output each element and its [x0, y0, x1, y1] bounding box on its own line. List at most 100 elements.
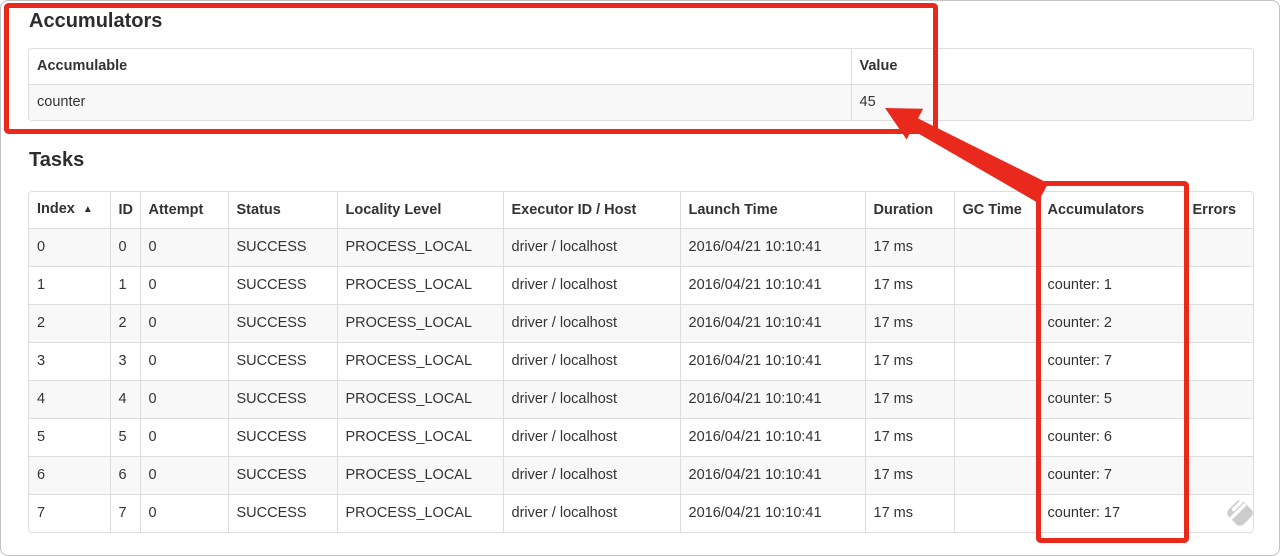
accumulators-section-title: Accumulators	[29, 10, 163, 32]
task-cell: PROCESS_LOCAL	[336, 266, 503, 305]
task-cell: counter: 7	[1038, 456, 1184, 495]
task-cell: 2016/04/21 10:10:41	[679, 456, 865, 495]
accumulable-value-cell: 45	[850, 84, 1253, 120]
task-cell: SUCCESS	[227, 380, 337, 419]
task-cell: SUCCESS	[227, 228, 337, 267]
accumulators-table: Accumulable Value counter 45	[28, 48, 1254, 121]
task-cell: 0	[139, 228, 228, 267]
task-cell	[1183, 304, 1253, 343]
task-row: 2 2 0 SUCCESS PROCESS_LOCAL driver / localhos…	[29, 304, 1253, 343]
task-cell: 0	[139, 494, 228, 532]
task-cell	[1183, 494, 1253, 532]
task-row: 6 6 0 SUCCESS PROCESS_LOCAL driver / localhos…	[29, 456, 1253, 495]
task-cell: PROCESS_LOCAL	[336, 418, 503, 457]
task-cell	[1183, 266, 1253, 305]
task-cell: 17 ms	[864, 456, 954, 495]
task-cell: 3	[109, 342, 140, 381]
accumulable-name-cell: counter	[29, 84, 851, 120]
task-cell: 2016/04/21 10:10:41	[679, 380, 865, 419]
task-cell	[1183, 380, 1253, 419]
task-cell: SUCCESS	[227, 494, 337, 532]
task-cell: SUCCESS	[227, 418, 337, 457]
column-header-status[interactable]: Status	[227, 192, 337, 229]
task-cell: counter: 5	[1038, 380, 1184, 419]
column-header-id[interactable]: ID	[109, 192, 140, 229]
task-cell: 2016/04/21 10:10:41	[679, 342, 865, 381]
task-cell: 17 ms	[864, 418, 954, 457]
task-cell: 2016/04/21 10:10:41	[679, 266, 865, 305]
task-cell: 2	[109, 304, 140, 343]
task-cell: 2016/04/21 10:10:41	[679, 304, 865, 343]
task-cell: counter: 2	[1038, 304, 1184, 343]
column-header-attempt[interactable]: Attempt	[139, 192, 228, 229]
task-cell: PROCESS_LOCAL	[336, 494, 503, 532]
accumulators-header-row: Accumulable Value	[29, 49, 1253, 85]
task-cell	[1183, 456, 1253, 495]
task-cell: counter: 6	[1038, 418, 1184, 457]
task-cell	[1038, 228, 1184, 267]
task-cell: PROCESS_LOCAL	[336, 304, 503, 343]
task-cell: driver / localhost	[502, 456, 680, 495]
column-header-accumulators[interactable]: Accumulators	[1038, 192, 1184, 229]
column-header-launch-time[interactable]: Launch Time	[679, 192, 865, 229]
task-cell: 6	[29, 456, 110, 495]
task-cell: 0	[139, 304, 228, 343]
column-header-duration[interactable]: Duration	[864, 192, 954, 229]
task-cell: driver / localhost	[502, 266, 680, 305]
task-cell: SUCCESS	[227, 266, 337, 305]
task-cell: 1	[109, 266, 140, 305]
task-cell: 2016/04/21 10:10:41	[679, 228, 865, 267]
task-cell: 0	[139, 342, 228, 381]
task-cell: PROCESS_LOCAL	[336, 456, 503, 495]
column-header-index[interactable]: Index ▲	[29, 192, 110, 229]
task-cell: 7	[109, 494, 140, 532]
task-cell: 4	[29, 380, 110, 419]
task-cell: 7	[29, 494, 110, 532]
task-cell: 17 ms	[864, 342, 954, 381]
task-cell: driver / localhost	[502, 418, 680, 457]
task-cell: driver / localhost	[502, 228, 680, 267]
task-cell	[953, 304, 1039, 343]
accumulator-row: counter 45	[29, 84, 1253, 120]
task-cell	[1183, 342, 1253, 381]
task-cell: 0	[29, 228, 110, 267]
column-header-index-label: Index	[37, 201, 75, 217]
tasks-section-title: Tasks	[29, 149, 85, 171]
task-cell: PROCESS_LOCAL	[336, 342, 503, 381]
task-cell: SUCCESS	[227, 342, 337, 381]
task-row: 7 7 0 SUCCESS PROCESS_LOCAL driver / localhos…	[29, 494, 1253, 532]
task-cell: 4	[109, 380, 140, 419]
column-header-gc-time[interactable]: GC Time	[953, 192, 1039, 229]
tasks-table: Index ▲ ID Attempt Status Locality Level …	[28, 191, 1254, 533]
column-header-errors[interactable]: Errors	[1183, 192, 1253, 229]
task-cell: driver / localhost	[502, 304, 680, 343]
task-cell	[1183, 418, 1253, 457]
task-cell: counter: 1	[1038, 266, 1184, 305]
task-cell: 2	[29, 304, 110, 343]
task-cell	[953, 266, 1039, 305]
task-cell: 0	[139, 380, 228, 419]
task-cell: PROCESS_LOCAL	[336, 228, 503, 267]
tasks-header-row: Index ▲ ID Attempt Status Locality Level …	[29, 192, 1253, 229]
task-cell: 5	[29, 418, 110, 457]
task-cell	[953, 418, 1039, 457]
column-header-accumulable[interactable]: Accumulable	[29, 49, 851, 85]
task-cell: 17 ms	[864, 228, 954, 267]
task-cell: driver / localhost	[502, 342, 680, 381]
task-cell: 3	[29, 342, 110, 381]
task-row: 1 1 0 SUCCESS PROCESS_LOCAL driver / localhos…	[29, 266, 1253, 305]
task-cell: 17 ms	[864, 380, 954, 419]
task-cell: SUCCESS	[227, 304, 337, 343]
task-cell	[953, 228, 1039, 267]
task-row: 4 4 0 SUCCESS PROCESS_LOCAL driver / localhos…	[29, 380, 1253, 419]
task-cell: PROCESS_LOCAL	[336, 380, 503, 419]
task-row: 0 0 0 SUCCESS PROCESS_LOCAL driver / localhos…	[29, 228, 1253, 267]
task-cell: counter: 17	[1038, 494, 1184, 532]
task-cell	[953, 380, 1039, 419]
task-cell: 0	[139, 456, 228, 495]
column-header-executor-id-host[interactable]: Executor ID / Host	[502, 192, 680, 229]
sort-ascending-icon: ▲	[82, 204, 93, 215]
column-header-value[interactable]: Value	[850, 49, 1253, 85]
task-cell	[953, 494, 1039, 532]
column-header-locality-level[interactable]: Locality Level	[336, 192, 503, 229]
